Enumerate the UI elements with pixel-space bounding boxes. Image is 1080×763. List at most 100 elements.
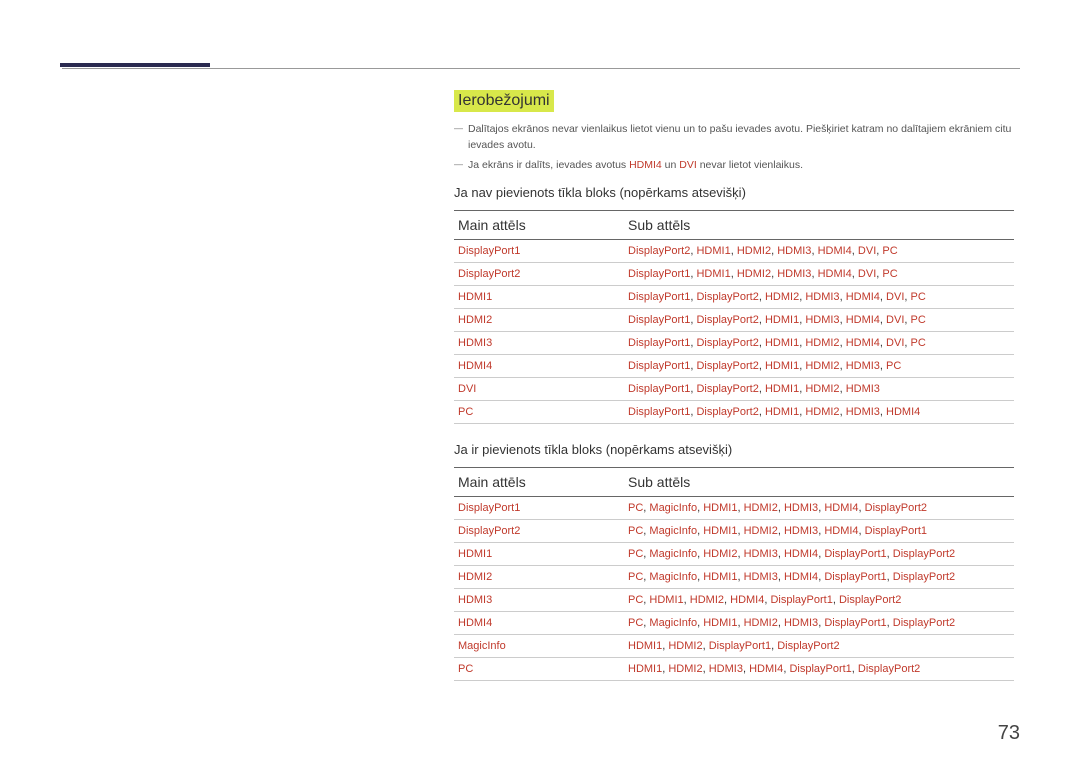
table-1-sub-cell: DisplayPort1, DisplayPort2, HDMI1, HDMI2… xyxy=(624,332,1014,355)
source-label: HDMI3 xyxy=(784,617,818,629)
source-label: DisplayPort2 xyxy=(865,502,927,514)
table-1-sub-cell: DisplayPort2, HDMI1, HDMI2, HDMI3, HDMI4… xyxy=(624,240,1014,263)
source-label: HDMI1 xyxy=(628,663,662,675)
table-2-sub-cell: PC, MagicInfo, HDMI1, HDMI3, HDMI4, Disp… xyxy=(624,566,1014,589)
source-label: HDMI1 xyxy=(765,360,799,372)
source-label: PC xyxy=(911,314,926,326)
table-2-header-sub: Sub attēls xyxy=(624,468,1014,497)
source-label: HDMI4 xyxy=(846,291,880,303)
source-label: DVI xyxy=(886,291,904,303)
table-1-sub-cell: DisplayPort1, HDMI1, HDMI2, HDMI3, HDMI4… xyxy=(624,263,1014,286)
table-row: PCDisplayPort1, DisplayPort2, HDMI1, HDM… xyxy=(454,401,1014,424)
source-label: HDMI4 xyxy=(730,594,764,606)
table-row: DVIDisplayPort1, DisplayPort2, HDMI1, HD… xyxy=(454,378,1014,401)
source-label: HDMI3 xyxy=(805,291,839,303)
source-label: HDMI1 xyxy=(765,406,799,418)
source-label: DisplayPort1 xyxy=(628,383,690,395)
table-row: DisplayPort1PC, MagicInfo, HDMI1, HDMI2,… xyxy=(454,497,1014,520)
source-label: PC xyxy=(911,337,926,349)
source-label: DisplayPort2 xyxy=(893,548,955,560)
source-label: HDMI2 xyxy=(737,268,771,280)
source-label: HDMI3 xyxy=(709,663,743,675)
source-label: HDMI3 xyxy=(777,268,811,280)
table-2-sub-cell: PC, MagicInfo, HDMI1, HDMI2, HDMI3, Disp… xyxy=(624,612,1014,635)
source-label: HDMI2 xyxy=(744,502,778,514)
source-label: HDMI4 xyxy=(749,663,783,675)
table-1-sub-cell: DisplayPort1, DisplayPort2, HDMI1, HDMI2… xyxy=(624,378,1014,401)
source-label: HDMI2 xyxy=(744,525,778,537)
table-1-main-cell: HDMI1 xyxy=(454,286,624,309)
table-2-sub-cell: HDMI1, HDMI2, HDMI3, HDMI4, DisplayPort1… xyxy=(624,658,1014,681)
source-label: PC xyxy=(882,245,897,257)
source-label: HDMI2 xyxy=(703,548,737,560)
table-row: HDMI3DisplayPort1, DisplayPort2, HDMI1, … xyxy=(454,332,1014,355)
source-label: DisplayPort2 xyxy=(696,291,758,303)
source-label: DisplayPort1 xyxy=(824,571,886,583)
source-label: PC xyxy=(628,502,643,514)
source-label: HDMI4 xyxy=(886,406,920,418)
source-label: MagicInfo xyxy=(649,617,697,629)
table-1-header-main: Main attēls xyxy=(454,211,624,240)
table-1-main-cell: HDMI2 xyxy=(454,309,624,332)
table-row: DisplayPort2DisplayPort1, HDMI1, HDMI2, … xyxy=(454,263,1014,286)
table-1-sub-cell: DisplayPort1, DisplayPort2, HDMI1, HDMI2… xyxy=(624,401,1014,424)
subhead-1: Ja nav pievienots tīkla bloks (nopērkams… xyxy=(454,185,1014,200)
source-label: DVI xyxy=(858,268,876,280)
source-label: HDMI3 xyxy=(777,245,811,257)
source-label: DisplayPort1 xyxy=(709,640,771,652)
source-label: DisplayPort1 xyxy=(628,360,690,372)
source-label: DisplayPort1 xyxy=(824,617,886,629)
table-2-main-cell: PC xyxy=(454,658,624,681)
source-label: DisplayPort2 xyxy=(839,594,901,606)
table-2-header-main: Main attēls xyxy=(454,468,624,497)
source-label: HDMI1 xyxy=(703,502,737,514)
table-1-main-cell: HDMI4 xyxy=(454,355,624,378)
table-2-sub-cell: PC, MagicInfo, HDMI1, HDMI2, HDMI3, HDMI… xyxy=(624,497,1014,520)
source-label: DisplayPort2 xyxy=(893,617,955,629)
source-label: HDMI2 xyxy=(690,594,724,606)
table-row: HDMI1PC, MagicInfo, HDMI2, HDMI3, HDMI4,… xyxy=(454,543,1014,566)
source-label: DisplayPort1 xyxy=(770,594,832,606)
source-label: HDMI4 xyxy=(824,502,858,514)
source-label: PC xyxy=(911,291,926,303)
source-label: DisplayPort1 xyxy=(628,291,690,303)
table-1-header-sub: Sub attēls xyxy=(624,211,1014,240)
note-1: Dalītajos ekrānos nevar vienlaikus lieto… xyxy=(454,122,1014,154)
source-label: MagicInfo xyxy=(649,525,697,537)
source-label: HDMI3 xyxy=(846,383,880,395)
source-label: HDMI1 xyxy=(696,245,730,257)
note-2-red-1: HDMI4 xyxy=(629,159,662,171)
source-label: DisplayPort1 xyxy=(865,525,927,537)
table-2-main-cell: HDMI3 xyxy=(454,589,624,612)
source-label: HDMI1 xyxy=(703,571,737,583)
source-label: PC xyxy=(886,360,901,372)
table-1-main-cell: DisplayPort1 xyxy=(454,240,624,263)
source-label: HDMI3 xyxy=(744,571,778,583)
note-2-red-2: DVI xyxy=(679,159,697,171)
source-label: DisplayPort1 xyxy=(628,406,690,418)
table-2-main-cell: DisplayPort1 xyxy=(454,497,624,520)
source-label: HDMI4 xyxy=(846,314,880,326)
table-2-main-cell: HDMI4 xyxy=(454,612,624,635)
table-row: HDMI2PC, MagicInfo, HDMI1, HDMI3, HDMI4,… xyxy=(454,566,1014,589)
source-label: HDMI1 xyxy=(703,525,737,537)
source-label: HDMI2 xyxy=(805,406,839,418)
source-label: DVI xyxy=(886,337,904,349)
table-2-main-cell: DisplayPort2 xyxy=(454,520,624,543)
table-2-sub-cell: PC, MagicInfo, HDMI2, HDMI3, HDMI4, Disp… xyxy=(624,543,1014,566)
source-label: HDMI4 xyxy=(784,548,818,560)
note-2-text-post: nevar lietot vienlaikus. xyxy=(697,159,803,171)
table-1-main-cell: PC xyxy=(454,401,624,424)
source-label: DisplayPort2 xyxy=(858,663,920,675)
table-row: DisplayPort1DisplayPort2, HDMI1, HDMI2, … xyxy=(454,240,1014,263)
main-content: Ierobežojumi Dalītajos ekrānos nevar vie… xyxy=(454,90,1014,699)
source-label: HDMI4 xyxy=(784,571,818,583)
source-label: HDMI3 xyxy=(784,525,818,537)
source-label: HDMI2 xyxy=(765,291,799,303)
source-label: DisplayPort2 xyxy=(696,314,758,326)
source-label: DVI xyxy=(858,245,876,257)
source-label: PC xyxy=(628,571,643,583)
table-2-sub-cell: PC, HDMI1, HDMI2, HDMI4, DisplayPort1, D… xyxy=(624,589,1014,612)
source-label: HDMI3 xyxy=(805,314,839,326)
source-label: DVI xyxy=(886,314,904,326)
